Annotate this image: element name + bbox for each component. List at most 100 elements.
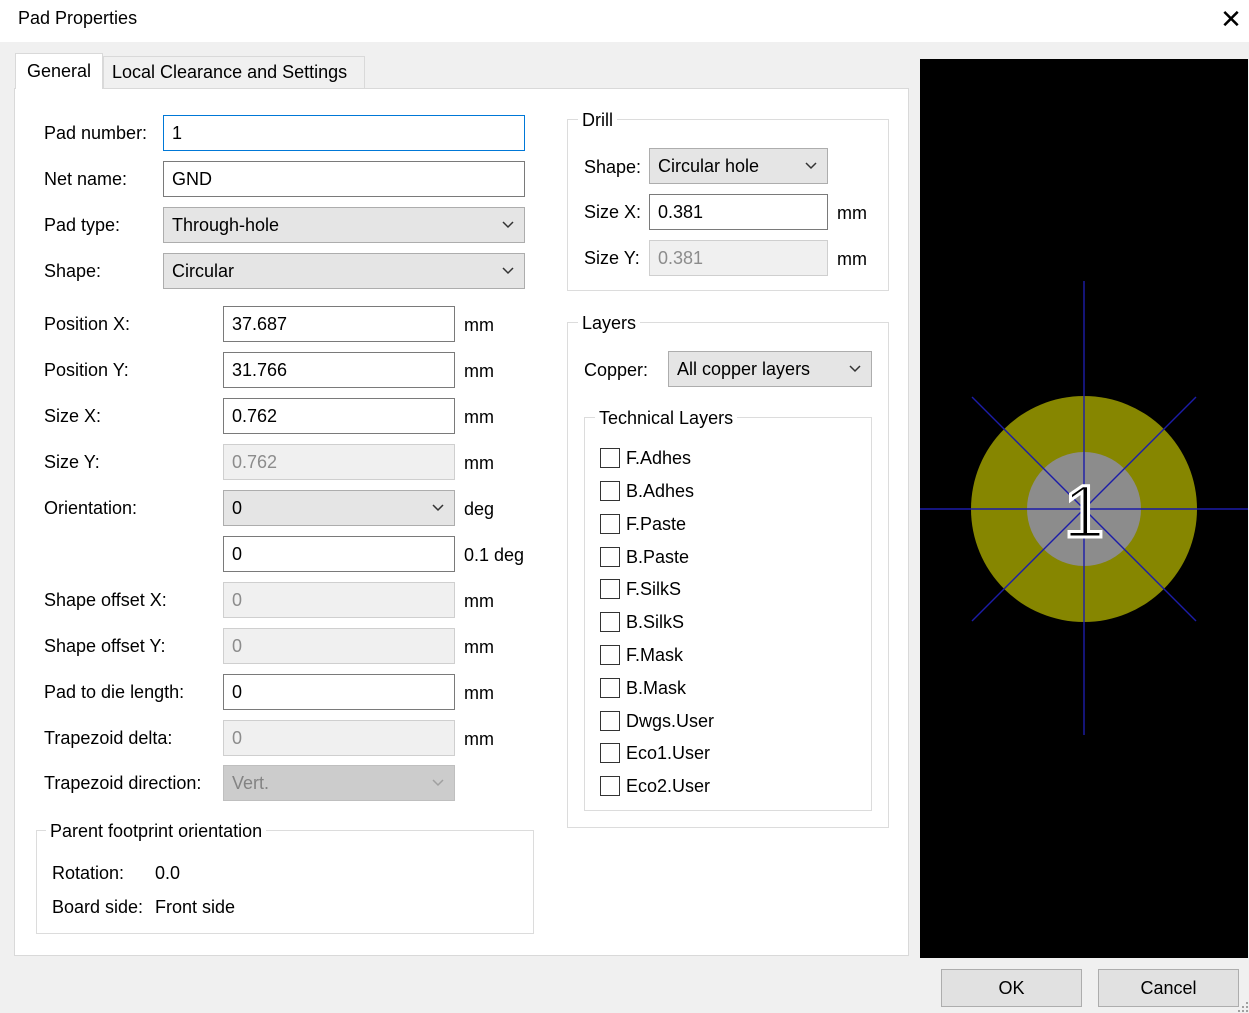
position-x-unit: mm: [464, 315, 494, 335]
drill-size-x-label: Size X:: [584, 202, 642, 222]
drill-title: Drill: [578, 109, 617, 131]
net-name-input[interactable]: GND: [163, 161, 525, 197]
trapezoid-delta-label: Trapezoid delta:: [44, 728, 173, 748]
checkbox-b-adhes[interactable]: [600, 481, 620, 501]
size-x-input[interactable]: 0.762: [223, 398, 455, 434]
drill-size-y-label: Size Y:: [584, 248, 640, 268]
trapezoid-delta-input: 0: [223, 720, 455, 756]
pad-to-die-input[interactable]: 0: [223, 674, 455, 710]
drill-shape-select[interactable]: Circular hole: [649, 148, 828, 184]
pad-type-label: Pad type:: [44, 215, 121, 235]
cancel-button[interactable]: Cancel: [1098, 969, 1239, 1007]
board-side-label: Board side:: [52, 897, 144, 917]
rotation-value: 0.0: [155, 863, 181, 883]
checkbox-f-silks[interactable]: [600, 579, 620, 599]
close-icon[interactable]: ✕: [1216, 2, 1246, 36]
pad-to-die-label: Pad to die length:: [44, 682, 185, 702]
checkbox-eco1-user[interactable]: [600, 743, 620, 763]
window-title: Pad Properties: [18, 8, 138, 28]
shape-offset-y-label: Shape offset Y:: [44, 636, 166, 656]
copper-select[interactable]: All copper layers: [668, 351, 872, 387]
chevron-down-icon: [849, 365, 861, 373]
size-y-label: Size Y:: [44, 452, 100, 472]
shape-select[interactable]: Circular: [163, 253, 525, 289]
resize-grip-icon[interactable]: [1237, 1001, 1249, 1013]
trapezoid-direction-label: Trapezoid direction:: [44, 773, 202, 793]
orientation-custom-input[interactable]: 0: [223, 536, 455, 572]
label-b-silks: B.SilkS: [626, 612, 685, 632]
parent-orientation-title: Parent footprint orientation: [46, 820, 267, 842]
copper-label: Copper:: [584, 360, 649, 380]
trapezoid-delta-unit: mm: [464, 729, 494, 749]
label-eco1-user: Eco1.User: [626, 743, 711, 763]
copper-value: All copper layers: [677, 359, 811, 379]
position-y-label: Position Y:: [44, 360, 129, 380]
technical-layers-title: Technical Layers: [595, 407, 738, 429]
chevron-down-icon: [432, 504, 444, 512]
chevron-down-icon: [502, 221, 514, 229]
checkbox-f-mask[interactable]: [600, 645, 620, 665]
position-y-input[interactable]: 31.766: [223, 352, 455, 388]
pad-to-die-unit: mm: [464, 683, 494, 703]
tab-local-clearance[interactable]: Local Clearance and Settings: [103, 56, 365, 89]
trapezoid-direction-value: Vert.: [232, 773, 270, 793]
layers-title: Layers: [578, 312, 641, 334]
label-f-silks: F.SilkS: [626, 579, 682, 599]
label-eco2-user: Eco2.User: [626, 776, 711, 796]
checkbox-b-paste[interactable]: [600, 547, 620, 567]
drill-shape-value: Circular hole: [658, 156, 760, 176]
size-y-input: 0.762: [223, 444, 455, 480]
orientation-select[interactable]: 0: [223, 490, 455, 526]
checkbox-dwgs-user[interactable]: [600, 711, 620, 731]
shape-value: Circular: [172, 261, 235, 281]
board-side-value: Front side: [155, 897, 236, 917]
shape-offset-y-input: 0: [223, 628, 455, 664]
shape-offset-x-input: 0: [223, 582, 455, 618]
checkbox-f-paste[interactable]: [600, 514, 620, 534]
drill-size-x-unit: mm: [837, 203, 867, 223]
label-b-adhes: B.Adhes: [626, 481, 695, 501]
checkbox-b-silks[interactable]: [600, 612, 620, 632]
orientation-value: 0: [232, 498, 243, 518]
pad-number-label: Pad number:: [44, 123, 148, 143]
checkbox-b-mask[interactable]: [600, 678, 620, 698]
shape-offset-x-label: Shape offset X:: [44, 590, 167, 610]
drill-size-x-input[interactable]: 0.381: [649, 194, 828, 230]
pad-type-select[interactable]: Through-hole: [163, 207, 525, 243]
pad-type-value: Through-hole: [172, 215, 280, 235]
label-dwgs-user: Dwgs.User: [626, 711, 715, 731]
checkbox-eco2-user[interactable]: [600, 776, 620, 796]
drill-size-y-input: 0.381: [649, 240, 828, 276]
position-x-input[interactable]: 37.687: [223, 306, 455, 342]
pad-number-input[interactable]: 1: [163, 115, 525, 151]
title-bar: [0, 0, 1249, 42]
label-f-mask: F.Mask: [626, 645, 684, 665]
size-y-unit: mm: [464, 453, 494, 473]
net-name-label: Net name:: [44, 169, 128, 189]
label-b-paste: B.Paste: [626, 547, 690, 567]
pad-preview-canvas[interactable]: 1: [920, 59, 1248, 958]
chevron-down-icon: [805, 162, 817, 170]
pad-preview-drawing: 1: [920, 281, 1248, 735]
rotation-label: Rotation:: [52, 863, 125, 883]
shape-offset-x-unit: mm: [464, 591, 494, 611]
tab-general[interactable]: General: [15, 53, 103, 89]
orientation-label: Orientation:: [44, 498, 138, 518]
size-x-unit: mm: [464, 407, 494, 427]
orientation-custom-unit: 0.1 deg: [464, 545, 525, 565]
position-y-unit: mm: [464, 361, 494, 381]
pad-number-marker: 1: [1063, 470, 1104, 553]
shape-offset-y-unit: mm: [464, 637, 494, 657]
label-f-paste: F.Paste: [626, 514, 687, 534]
label-f-adhes: F.Adhes: [626, 448, 692, 468]
trapezoid-direction-select: Vert.: [223, 765, 455, 801]
chevron-down-icon: [432, 779, 444, 787]
drill-size-y-unit: mm: [837, 249, 867, 269]
orientation-unit: deg: [464, 499, 495, 519]
ok-button[interactable]: OK: [941, 969, 1082, 1007]
label-b-mask: B.Mask: [626, 678, 687, 698]
shape-label: Shape:: [44, 261, 102, 281]
checkbox-f-adhes[interactable]: [600, 448, 620, 468]
size-x-label: Size X:: [44, 406, 102, 426]
position-x-label: Position X:: [44, 314, 131, 334]
